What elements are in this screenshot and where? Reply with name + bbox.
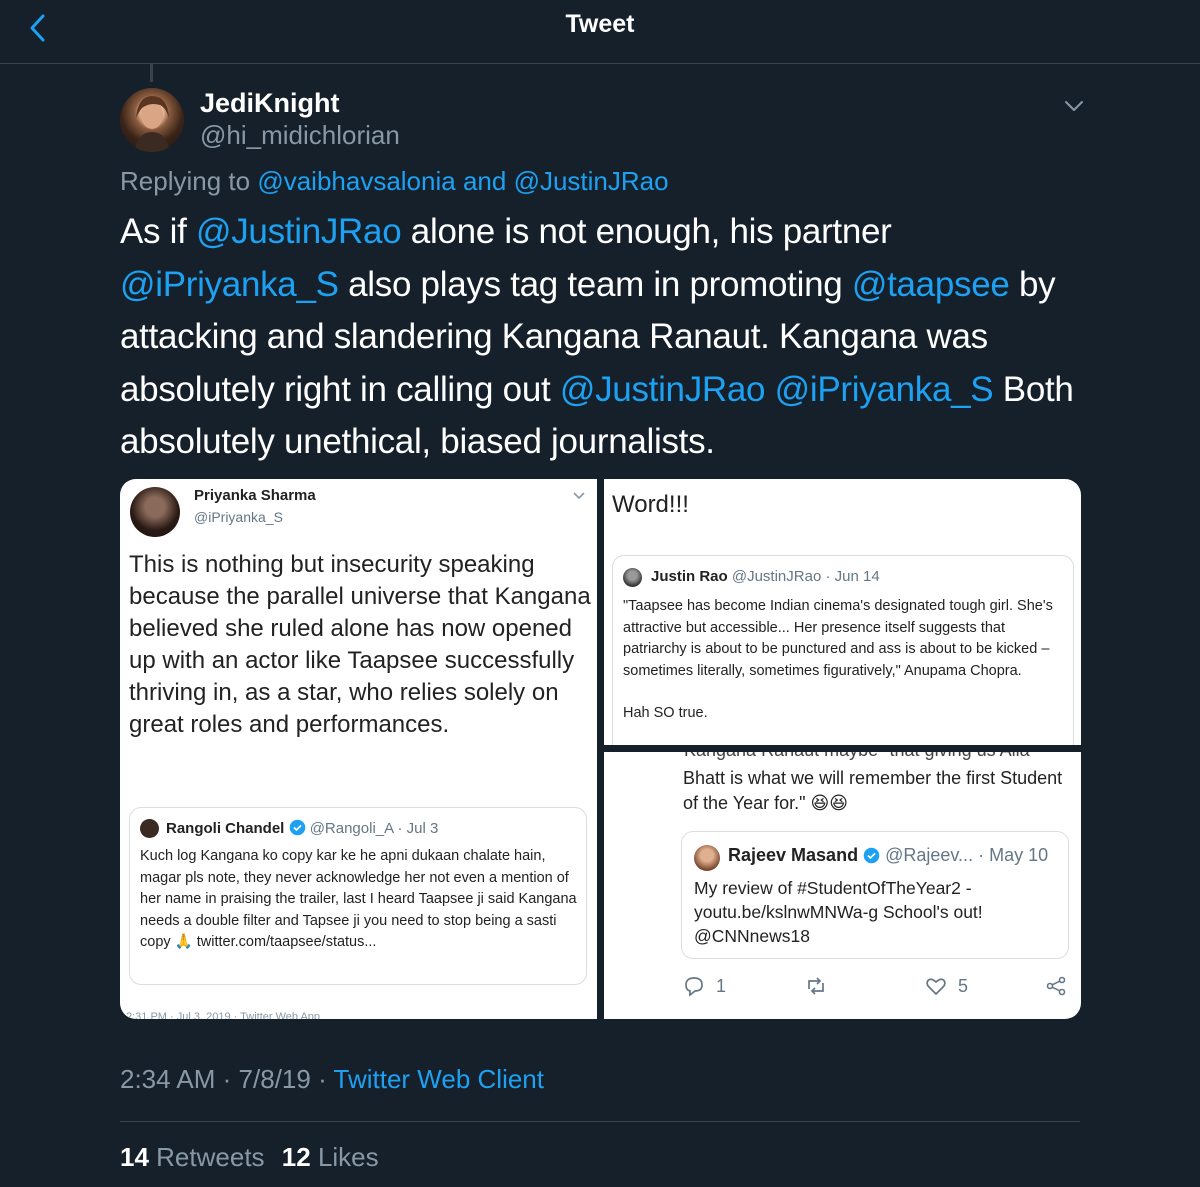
mention-link[interactable]: @JustinJRao xyxy=(560,370,766,409)
avatar xyxy=(140,819,159,838)
screenshot-share-action xyxy=(1044,974,1068,998)
quoted-author-handle: @JustinJRao xyxy=(731,568,822,585)
mention-link[interactable]: @iPriyanka_S xyxy=(120,265,339,304)
tweet-text: As if @JustinJRao alone is not enough, h… xyxy=(120,206,1080,469)
replying-to: Replying to @vaibhavsalonia and @JustinJ… xyxy=(120,166,669,197)
likes-count: 12 xyxy=(281,1142,311,1172)
media-image-2[interactable]: Word!!! Justin Rao @JustinJRao · Jun 14 … xyxy=(604,479,1081,745)
quoted-tweet-text: Kuch log Kangana ko copy kar ke he apni … xyxy=(140,848,577,950)
quoted-tweet-text: "Taapsee has become Indian cinema's desi… xyxy=(623,598,1053,679)
engagement-stats: 14 Retweets 12 Likes xyxy=(120,1142,389,1173)
quoted-tweet-date: · Jul 3 xyxy=(397,820,439,837)
chevron-down-icon xyxy=(1065,101,1083,111)
screenshot-footer: 2:31 PM · Jul 3, 2019 · Twitter Web App xyxy=(126,1011,321,1019)
tweet-text-segment: alone is not enough, his partner xyxy=(401,212,892,251)
quoted-tweet-text-2: Hah SO true. xyxy=(623,705,708,721)
screenshot-reply-action: 1 xyxy=(682,974,726,998)
reply-icon xyxy=(685,977,703,997)
separator: · xyxy=(318,1064,327,1094)
quoted-author-handle: @Rajeev... xyxy=(885,845,974,865)
likes-stat[interactable]: 12 Likes xyxy=(282,1142,379,1172)
verified-icon xyxy=(863,847,880,864)
screenshot-like-action: 5 xyxy=(924,974,968,998)
quoted-tweet-header: Rangoli Chandel @Rangoli_A · Jul 3 xyxy=(166,819,438,837)
reply-mention-link[interactable]: @vaibhavsalonia xyxy=(257,166,455,196)
quoted-tweet-header: Rajeev Masand @Rajeev... · May 10 xyxy=(728,845,1048,866)
tweet-date[interactable]: 7/8/19 xyxy=(239,1064,311,1094)
screenshot-retweet-action xyxy=(804,974,828,998)
quoted-tweet-text: My review of #StudentOfTheYear2 - youtu.… xyxy=(694,878,983,946)
thread-connector-line xyxy=(150,64,153,82)
screenshot-tweet-text: This is nothing but insecurity speaking … xyxy=(129,551,591,738)
author-handle[interactable]: @hi_midichlorian xyxy=(200,120,400,151)
share-icon xyxy=(1046,976,1066,996)
tweet-time[interactable]: 2:34 AM xyxy=(120,1064,215,1094)
tweet-timestamp: 2:34 AM · 7/8/19 · Twitter Web Client xyxy=(120,1064,544,1095)
author-display-name[interactable]: JediKnight xyxy=(200,88,340,119)
tweet-options-button[interactable] xyxy=(1060,94,1088,118)
chevron-down-icon xyxy=(572,489,586,501)
top-bar: Tweet xyxy=(0,0,1200,64)
tweet-text-segment: also plays tag team in promoting xyxy=(338,264,852,304)
tweet-text-segment: As if xyxy=(120,212,196,251)
quoted-author-name: Justin Rao xyxy=(651,568,728,585)
quoted-tweet-card: Rajeev Masand @Rajeev... · May 10 My rev… xyxy=(681,831,1069,959)
replying-prefix: Replying to xyxy=(120,166,251,196)
mention-link[interactable]: @JustinJRao xyxy=(196,212,402,251)
avatar xyxy=(130,487,180,537)
screenshot-author-handle: @iPriyanka_S xyxy=(194,509,283,525)
avatar[interactable] xyxy=(120,88,184,152)
screenshot-tweet-text: Bhatt is what we will remember the first… xyxy=(683,768,1063,813)
heart-icon xyxy=(926,978,946,996)
avatar xyxy=(623,568,642,587)
reply-and-text[interactable]: and xyxy=(463,166,506,196)
retweets-stat[interactable]: 14 Retweets xyxy=(120,1142,265,1172)
quoted-author-handle: @Rangoli_A xyxy=(309,820,394,837)
screenshot-author-name: Priyanka Sharma xyxy=(194,487,316,504)
quoted-tweet-card: Rangoli Chandel @Rangoli_A · Jul 3 Kuch … xyxy=(129,807,587,985)
quoted-tweet-date: · May 10 xyxy=(978,845,1049,865)
like-count: 5 xyxy=(958,975,969,996)
separator: · xyxy=(222,1064,232,1094)
media-image-1[interactable]: Priyanka Sharma @iPriyanka_S This is not… xyxy=(120,479,597,1019)
mention-link[interactable]: @iPriyanka_S xyxy=(775,370,994,409)
page-title: Tweet xyxy=(565,10,635,38)
quoted-tweet-header: Justin Rao @JustinJRao · Jun 14 xyxy=(651,568,880,585)
screenshot-action-bar: 1 5 xyxy=(604,974,1081,1014)
avatar-portrait-icon xyxy=(134,96,170,152)
verified-icon xyxy=(289,819,305,836)
likes-label: Likes xyxy=(317,1142,379,1172)
media-image-3[interactable]: Kangana Ranaut maybe "that giving us Ali… xyxy=(604,752,1081,1019)
retweet-icon xyxy=(808,977,824,995)
quoted-tweet-date: · Jun 14 xyxy=(825,568,880,585)
tweet-text-segment xyxy=(765,370,774,409)
reply-count: 1 xyxy=(716,975,727,996)
quoted-tweet-card: Justin Rao @JustinJRao · Jun 14 "Taapsee… xyxy=(612,555,1074,745)
clipped-text-line: Kangana Ranaut maybe "that giving us Ali… xyxy=(684,752,1064,761)
mention-link[interactable]: @taapsee xyxy=(852,265,1010,304)
media-grid[interactable]: Priyanka Sharma @iPriyanka_S This is not… xyxy=(120,479,1081,1019)
divider xyxy=(120,1121,1080,1122)
quoted-author-name: Rajeev Masand xyxy=(728,845,859,865)
client-link[interactable]: Twitter Web Client xyxy=(334,1064,544,1094)
quoted-author-name: Rangoli Chandel xyxy=(166,820,285,837)
reply-mention-link[interactable]: @JustinJRao xyxy=(514,166,669,196)
retweets-label: Retweets xyxy=(156,1142,265,1172)
avatar xyxy=(694,845,720,871)
screenshot-tweet-text: Word!!! xyxy=(612,491,689,518)
retweets-count: 14 xyxy=(120,1142,149,1172)
